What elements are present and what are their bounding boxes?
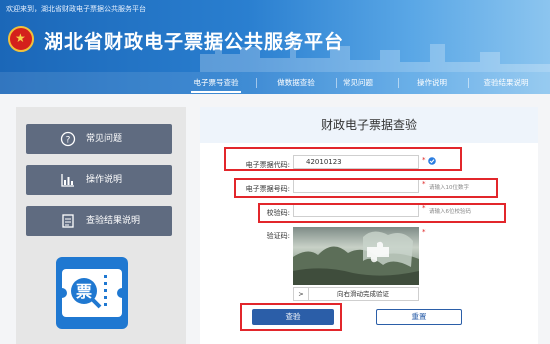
slider-text: 向右滑动完成验证 (337, 290, 389, 298)
panel-title: 财政电子票据查验 (200, 107, 538, 143)
verify-panel: 财政电子票据查验 电子票据代码: 42010123 * 电子票据号码: * 请输… (200, 107, 538, 344)
highlight-box-number (234, 178, 498, 198)
sidebar-instructions-button[interactable]: 操作说明 (26, 165, 172, 195)
site-title: 湖北省财政电子票据公共服务平台 (44, 31, 345, 53)
reset-button[interactable]: 重置 (376, 309, 462, 325)
ticket-logo-text: 票 (76, 282, 92, 301)
document-icon (62, 214, 74, 228)
captcha-slider[interactable]: > 向右滑动完成验证 (293, 287, 419, 301)
highlight-box-code (224, 147, 462, 171)
ticket-icon: 票 (57, 269, 127, 317)
welcome-text: 欢迎来到，湖北省财政电子票据公共服务平台 (6, 5, 146, 13)
site-header: 欢迎来到，湖北省财政电子票据公共服务平台 ★ 湖北省财政电子票据公共服务平台 电… (0, 0, 550, 94)
question-icon: ? (60, 131, 76, 147)
captcha-landscape (293, 231, 419, 285)
top-nav: 电子票号查验 做数据查验 常见问题 操作说明 查验结果说明 (0, 72, 550, 94)
sidebar-item-label: 查验结果说明 (86, 216, 141, 226)
highlight-box-check (258, 203, 506, 223)
nav-tab-result-explanation[interactable]: 查验结果说明 (466, 72, 546, 94)
sidebar: ? 常见问题 操作说明 查验结果说明 票 (16, 107, 186, 344)
national-emblem-icon: ★ (8, 26, 34, 52)
highlight-box-query (240, 303, 342, 331)
sidebar-faq-button[interactable]: ? 常见问题 (26, 124, 172, 154)
required-mark: * (422, 228, 426, 236)
svg-text:?: ? (66, 136, 71, 146)
nav-tab-ticket-verify[interactable]: 电子票号查验 (176, 72, 256, 94)
captcha-label: 验证码: (266, 232, 290, 240)
slider-handle[interactable]: > (294, 288, 309, 300)
nav-tab-instructions[interactable]: 操作说明 (392, 72, 472, 94)
chart-icon (61, 174, 74, 187)
sidebar-result-explanation-button[interactable]: 查验结果说明 (26, 206, 172, 236)
sidebar-item-label: 操作说明 (86, 175, 123, 185)
nav-tab-faq[interactable]: 常见问题 (318, 72, 398, 94)
sidebar-item-label: 常见问题 (86, 134, 123, 144)
e-ticket-logo: 票 (56, 257, 128, 329)
captcha-image (293, 227, 419, 285)
